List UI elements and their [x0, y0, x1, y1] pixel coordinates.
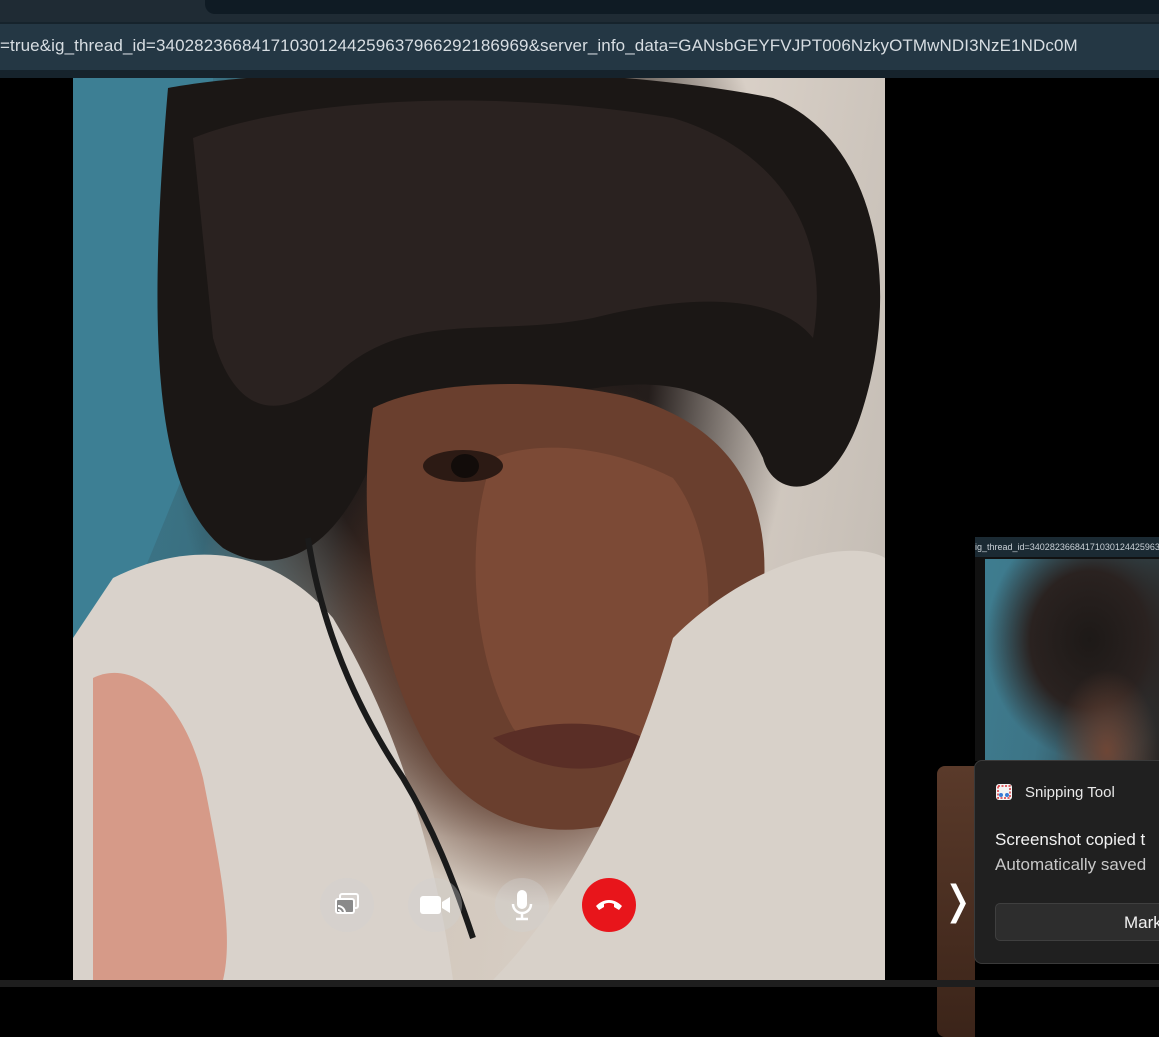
browser-tab-strip	[0, 0, 1159, 22]
end-call-icon	[596, 900, 622, 910]
taskbar-edge	[0, 980, 1159, 987]
markup-button[interactable]: Mark	[995, 903, 1159, 941]
address-bar[interactable]: =true&ig_thread_id=340282366841710301244…	[0, 24, 1159, 70]
browser-toolbar: =true&ig_thread_id=340282366841710301244…	[0, 22, 1159, 78]
snip-preview-url: ig_thread_id=340282366841710301244259637	[975, 537, 1159, 557]
snip-preview: ig_thread_id=340282366841710301244259637	[975, 537, 1159, 761]
toast-body: Automatically saved	[995, 855, 1147, 874]
snipping-tool-icon	[996, 784, 1012, 800]
snip-preview-image	[985, 559, 1159, 761]
video-toggle-button[interactable]	[408, 878, 462, 932]
end-call-button[interactable]	[582, 878, 636, 932]
screen-share-icon	[335, 893, 359, 914]
video-frame-illustration	[73, 78, 885, 980]
video-camera-icon	[420, 896, 450, 914]
toast-title: Screenshot copied t	[995, 830, 1146, 849]
microphone-toggle-button[interactable]	[495, 878, 549, 932]
snipping-tool-notification[interactable]: Snipping Tool Screenshot copied t Automa…	[974, 760, 1159, 964]
toast-app-name: Snipping Tool	[1025, 783, 1115, 801]
active-tab[interactable]	[205, 0, 1159, 14]
remote-video-feed	[73, 78, 885, 980]
toast-app-header: Snipping Tool	[995, 783, 1115, 801]
chevron-right-icon[interactable]: ❭	[941, 878, 975, 924]
address-bar-url[interactable]: =true&ig_thread_id=340282366841710301244…	[0, 36, 1078, 56]
screen-share-button[interactable]	[320, 878, 374, 932]
microphone-icon	[511, 890, 533, 921]
call-controls	[320, 878, 640, 934]
